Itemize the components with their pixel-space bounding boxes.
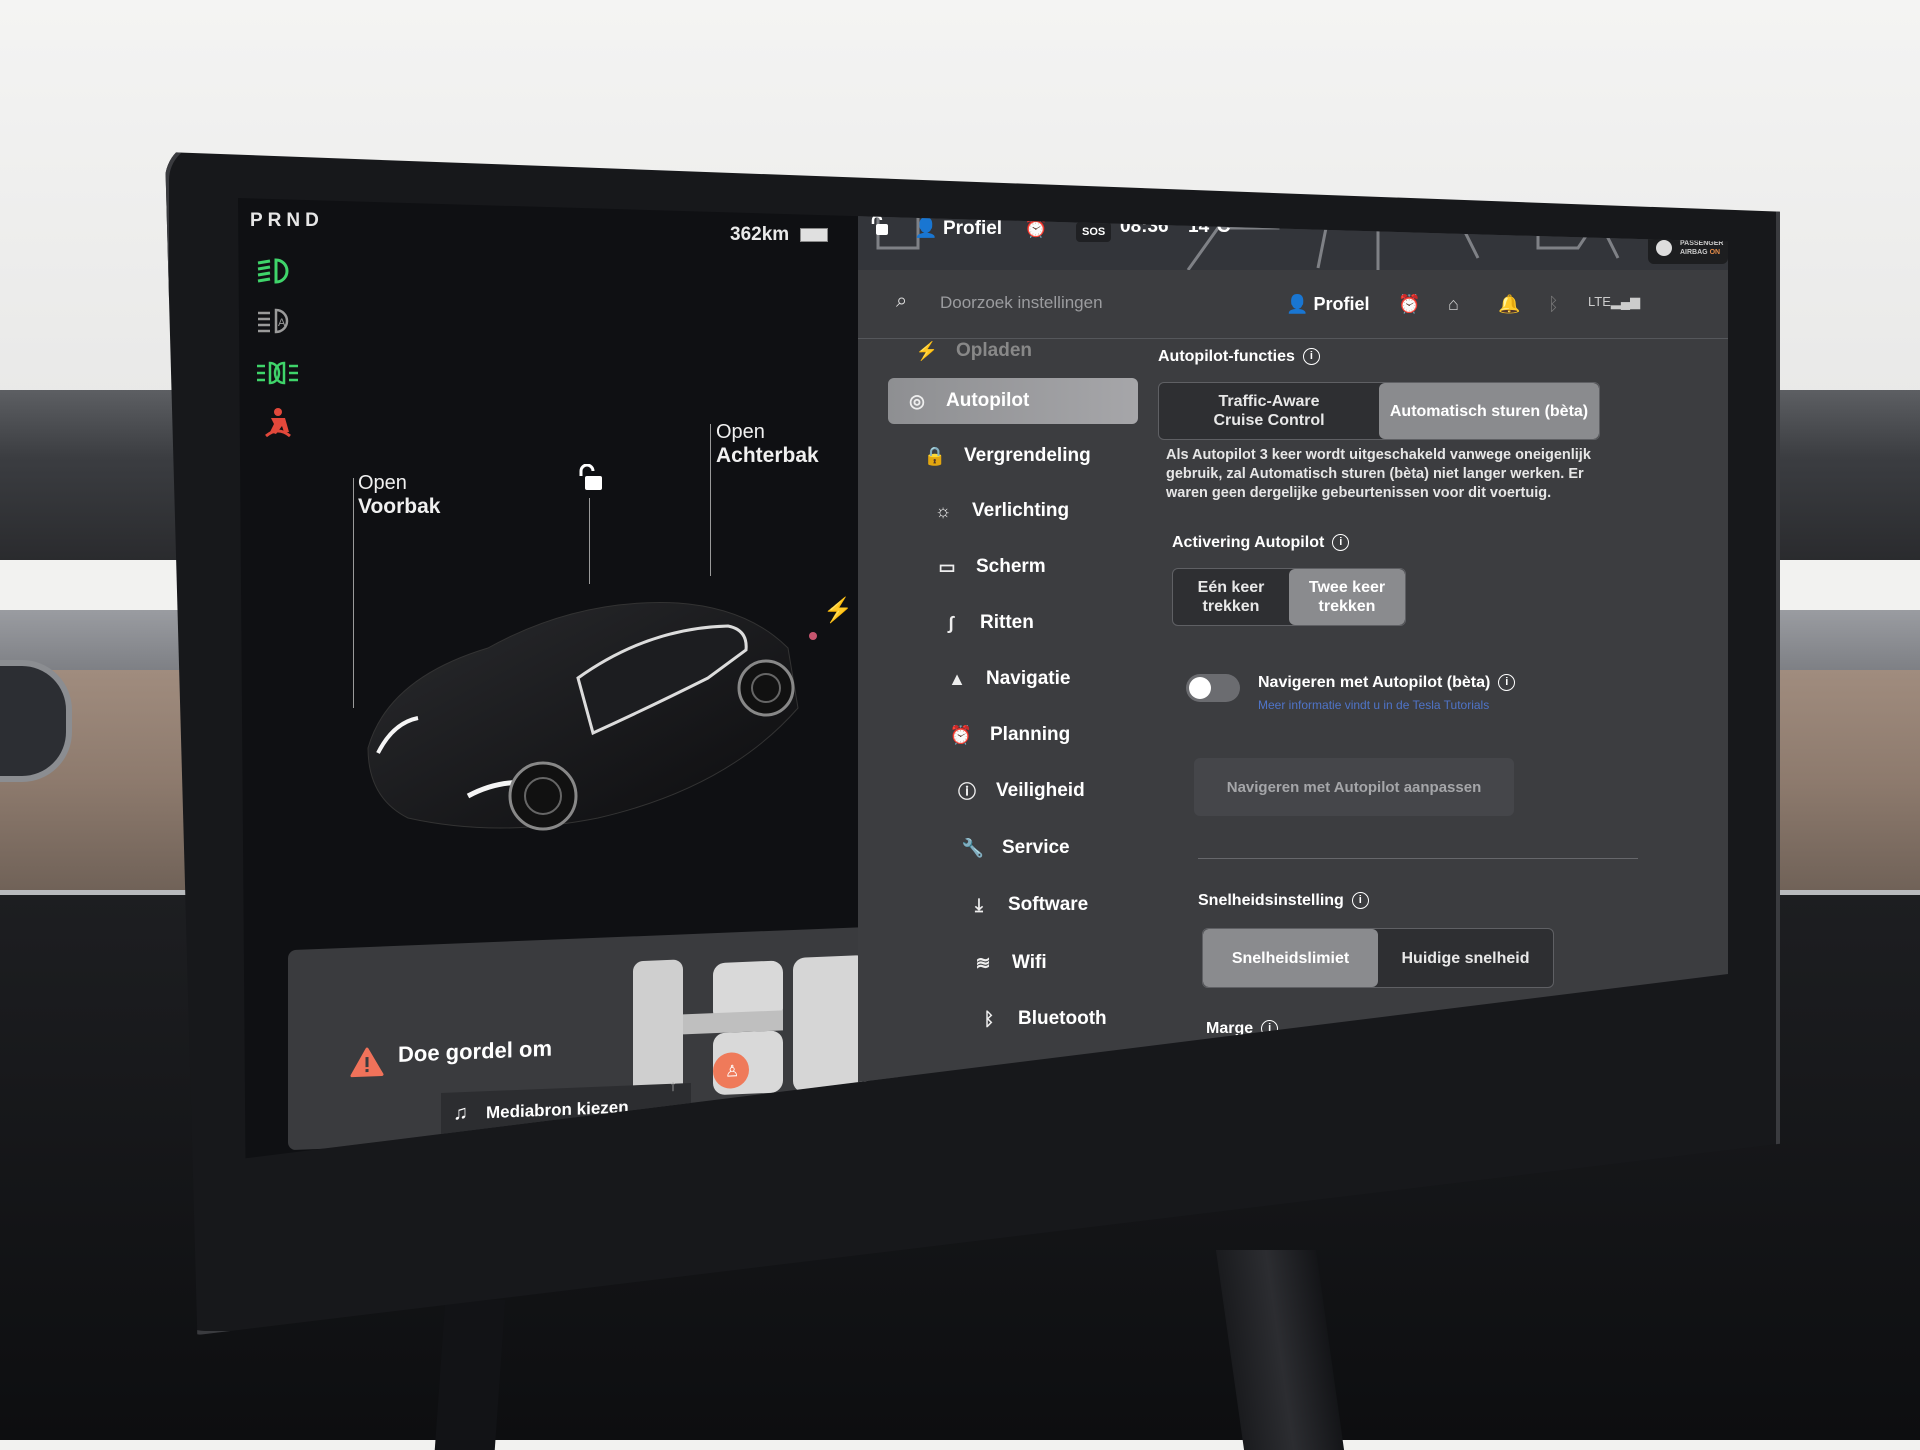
menu-item-label: Service: [1002, 837, 1070, 858]
schedule-icon[interactable]: ⏰: [1398, 294, 1420, 315]
section-divider: [1198, 858, 1638, 859]
charge-port-icon[interactable]: ⚡: [823, 596, 853, 625]
menu-item-navigatie[interactable]: ▲ Navigatie: [928, 656, 1178, 702]
menu-item-label: Veiligheid: [996, 780, 1085, 801]
gear-selector: PRND: [250, 210, 324, 231]
trips-icon: ∫: [948, 612, 954, 633]
menu-item-veiligheid[interactable]: ⓘ Veiligheid: [938, 768, 1188, 814]
safety-icon: ⓘ: [958, 782, 976, 802]
trunk-label-open: Open: [716, 421, 765, 443]
steering-wheel-icon: ◎: [909, 390, 925, 411]
menu-item-label: Ritten: [980, 612, 1034, 633]
speed-limit-option[interactable]: Snelheidslimiet: [1203, 929, 1378, 987]
seatbelt-warning-icon: [265, 408, 291, 438]
autosteer-option[interactable]: Automatisch sturen (bèta): [1379, 383, 1599, 439]
warning-icon: [350, 1047, 384, 1078]
autopilot-functions-selector: Traffic-Aware Cruise Control Automatisch…: [1158, 382, 1600, 440]
lock-icon: 🔒: [923, 445, 947, 466]
autopilot-functions-heading: Autopilot-functies i: [1158, 348, 1320, 366]
menu-item-label: Opladen: [956, 340, 1033, 361]
menu-item-label: Planning: [990, 724, 1071, 745]
double-pull-option[interactable]: Twee keer trekken: [1289, 569, 1405, 625]
nav-on-autopilot-heading: Navigeren met Autopilot (bèta) i: [1258, 674, 1516, 692]
alarm-clock-icon: ⏰: [949, 724, 973, 745]
menu-item-bluetooth[interactable]: ᛒ Bluetooth: [960, 996, 1210, 1042]
search-icon[interactable]: ⌕: [896, 290, 907, 313]
menu-item-label: Autopilot: [946, 390, 1030, 411]
navigation-icon: ▲: [948, 668, 966, 689]
menu-item-label: Software: [1008, 894, 1089, 915]
alert-message: Doe gordel om: [398, 1035, 553, 1067]
info-icon[interactable]: i: [1351, 892, 1369, 910]
svg-text:A: A: [278, 317, 286, 329]
download-icon: ⤓: [975, 894, 983, 915]
info-icon[interactable]: i: [1302, 348, 1320, 366]
info-icon[interactable]: i: [1498, 674, 1516, 692]
menu-item-label: Verlichting: [972, 500, 1070, 521]
frunk-label: Voorbak: [358, 495, 441, 518]
trunk-callout-line: [710, 424, 711, 576]
home-icon[interactable]: ⌂: [1448, 294, 1459, 315]
wifi-icon: ≋: [975, 952, 991, 973]
autopilot-strike-description: Als Autopilot 3 keer wordt uitgeschakeld…: [1166, 447, 1591, 501]
menu-item-label: Navigatie: [986, 668, 1071, 689]
settings-search-input[interactable]: [938, 288, 1242, 318]
menu-item-vergrendeling[interactable]: 🔒 Vergrendeling: [906, 433, 1156, 479]
menu-item-planning[interactable]: ⏰ Planning: [932, 712, 1182, 758]
auto-high-beam-icon: A: [258, 308, 289, 334]
low-beam-icon: [257, 258, 289, 284]
notification-bell-icon[interactable]: 🔔: [1498, 294, 1520, 315]
light-icon: ☼: [934, 500, 952, 521]
battery-icon: [800, 228, 828, 242]
display-icon: ▭: [938, 556, 956, 577]
nav-on-autopilot-toggle[interactable]: [1186, 674, 1240, 702]
activation-heading: Activering Autopilot i: [1172, 534, 1350, 552]
car-3d-model: [367, 602, 817, 831]
open-trunk-button[interactable]: Open Achterbak: [716, 420, 819, 468]
menu-item-service[interactable]: 🔧 Service: [944, 825, 1194, 871]
tesla-tutorials-link[interactable]: Meer informatie vindt u in de Tesla Tuto…: [1258, 698, 1489, 712]
menu-item-label: Wifi: [1012, 952, 1047, 973]
speed-setting-selector: Snelheidslimiet Huidige snelheid: [1202, 928, 1554, 988]
header-profile-button[interactable]: 👤 Profiel: [1286, 294, 1369, 315]
menu-item-autopilot[interactable]: ◎ Autopilot: [888, 378, 1138, 424]
activation-selector: Eén keer trekken Twee keer trekken: [1172, 568, 1406, 626]
menu-item-software[interactable]: ⤓ Software: [950, 882, 1200, 928]
profile-icon: 👤: [1286, 294, 1309, 314]
toggle-knob: [1189, 677, 1211, 699]
menu-item-ritten[interactable]: ∫ Ritten: [922, 600, 1172, 646]
range-readout: 362km: [730, 224, 790, 245]
trunk-label: Achterbak: [716, 444, 819, 467]
bluetooth-icon: ᛒ: [983, 1008, 995, 1029]
menu-item-label: Scherm: [976, 556, 1046, 577]
wrench-icon: 🔧: [961, 837, 985, 858]
profile-icon: 👤: [914, 218, 938, 239]
charging-icon: ⚡: [915, 340, 939, 361]
bluetooth-status-icon[interactable]: ᛒ: [1548, 294, 1559, 315]
traffic-aware-cruise-control-option[interactable]: Traffic-Aware Cruise Control: [1159, 383, 1379, 439]
single-pull-option[interactable]: Eén keer trekken: [1173, 569, 1289, 625]
customize-nav-on-autopilot-button[interactable]: Navigeren met Autopilot aanpassen: [1194, 758, 1514, 816]
current-speed-option[interactable]: Huidige snelheid: [1378, 929, 1553, 987]
car-status-pane: PRND A 362km Open Voorbak Open Achterbak…: [238, 198, 898, 1159]
menu-item-label: Vergrendeling: [964, 445, 1091, 466]
speed-setting-heading: Snelheidsinstelling i: [1198, 892, 1369, 910]
sos-button[interactable]: SOS: [1076, 222, 1112, 242]
status-profile-label: Profiel: [942, 218, 1003, 239]
menu-item-verlichting[interactable]: ☼ Verlichting: [914, 488, 1164, 534]
parking-lights-icon: [257, 361, 298, 385]
unlock-icon[interactable]: [576, 464, 604, 494]
steering-column: [434, 1300, 506, 1450]
menu-item-opladen[interactable]: ⚡ Opladen: [898, 328, 1148, 374]
info-icon[interactable]: i: [1332, 534, 1350, 552]
lte-signal-icon: LTE▂▄▆: [1588, 294, 1641, 309]
menu-item-label: Bluetooth: [1018, 1008, 1107, 1029]
menu-item-scherm[interactable]: ▭ Scherm: [918, 544, 1168, 590]
menu-item-wifi[interactable]: ≋ Wifi: [954, 940, 1204, 986]
door-unlock-icon[interactable]: [870, 214, 890, 238]
open-frunk-button[interactable]: Open Voorbak: [358, 471, 440, 519]
airbag-icon: [1656, 240, 1672, 256]
frunk-label-open: Open: [358, 472, 407, 494]
